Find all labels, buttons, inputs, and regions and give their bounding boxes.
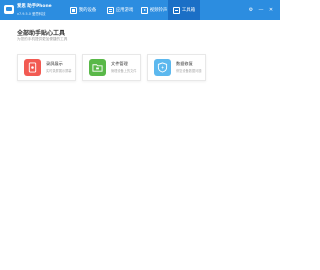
tab-my-device[interactable]: 我的设备	[66, 0, 100, 20]
toolbox-icon	[172, 6, 180, 14]
screen-record-icon	[24, 59, 41, 76]
app-subtitle: v7.9.5.0 爱思科技	[17, 12, 46, 16]
tab-toolbox[interactable]: 工具箱	[168, 0, 200, 20]
tool-title: 录屏展示	[46, 61, 63, 66]
tab-apps-games[interactable]: 应用游戏	[104, 0, 136, 20]
device-icon	[69, 6, 77, 14]
tool-card-data-repair[interactable]: 数据修复 修复设备数据问题	[147, 54, 206, 81]
close-icon[interactable]: ✕	[266, 5, 276, 15]
header-bar: 爱思 助手Phone v7.9.5.0 爱思科技 我的设备 应用游戏 视频铃声 …	[0, 0, 280, 20]
page-subtitle: 为您的手机提供更加便捷的工具	[17, 37, 68, 41]
app-icon	[106, 6, 114, 14]
tool-description: 管理设备上的文件	[111, 69, 137, 73]
video-icon	[140, 6, 148, 14]
tool-description: 修复设备数据问题	[176, 69, 202, 73]
tool-card-file-manager[interactable]: 文件管理 管理设备上的文件	[82, 54, 141, 81]
tab-video-ringtones[interactable]: 视频铃声	[138, 0, 170, 20]
main-content: 全部助手贴心工具 为您的手机提供更加便捷的工具 录屏展示 实时录屏展示屏幕 文件…	[0, 20, 280, 270]
tab-label: 我的设备	[78, 8, 97, 13]
tool-title: 文件管理	[111, 61, 128, 66]
app-logo-icon	[4, 5, 14, 14]
app-title: 爱思 助手Phone	[17, 4, 52, 9]
settings-icon[interactable]: ⚙	[246, 5, 256, 15]
folder-icon	[89, 59, 106, 76]
page-title: 全部助手贴心工具	[17, 30, 66, 37]
tool-title: 数据修复	[176, 61, 193, 66]
tab-label: 视频铃声	[149, 8, 168, 13]
minimize-icon[interactable]: —	[256, 5, 266, 15]
shield-icon	[154, 59, 171, 76]
app-window: 爱思 助手Phone v7.9.5.0 爱思科技 我的设备 应用游戏 视频铃声 …	[0, 0, 280, 270]
tab-label: 应用游戏	[115, 8, 134, 13]
window-controls: ⚙ — ✕	[246, 0, 276, 20]
tool-card-screen-record[interactable]: 录屏展示 实时录屏展示屏幕	[17, 54, 76, 81]
tool-description: 实时录屏展示屏幕	[46, 69, 72, 73]
tab-label: 工具箱	[181, 8, 196, 13]
